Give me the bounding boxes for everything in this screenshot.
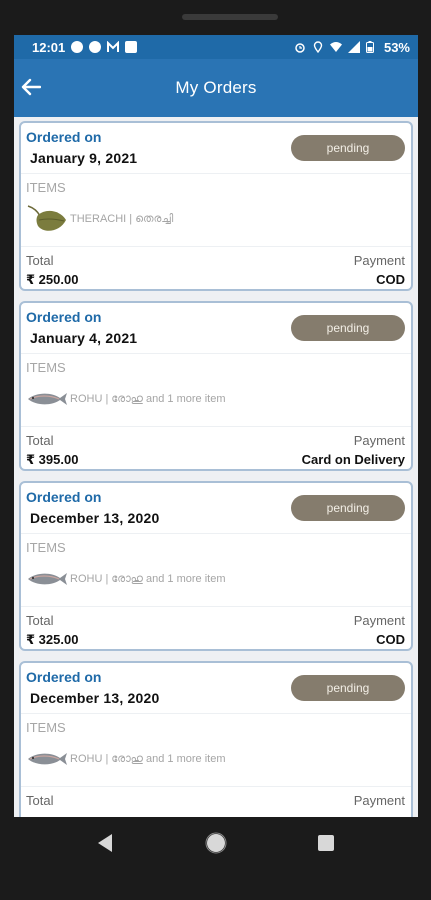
order-items: ITEMS ROHU | രോഹു and 1 more item [21,714,411,787]
fish-icon [26,562,68,596]
items-label: ITEMS [26,540,66,555]
ordered-on-label: Ordered on [26,129,102,145]
item-description: THERACHI | തെരച്ചി [70,212,174,225]
order-card[interactable]: Ordered on January 9, 2021 pending ITEMS… [19,121,413,291]
notification-icon [89,41,102,53]
order-item-row: ROHU | രോഹു and 1 more item [26,382,226,416]
signal-icon [347,41,360,53]
total-label: Total [26,793,54,808]
total-amount: ₹ 250.00 [26,272,79,287]
nav-recents-icon[interactable] [317,834,335,857]
alarm-icon [294,41,306,53]
app-icon [125,41,138,53]
orders-list: Ordered on January 9, 2021 pending ITEMS… [14,117,418,817]
order-item-row: ROHU | രോഹു and 1 more item [26,742,226,776]
status-time: 12:01 [32,39,66,55]
order-totals: Total ₹ 395.00 Payment Card on Delivery [21,427,411,471]
order-totals: Total Payment [21,787,411,817]
ordered-on-label: Ordered on [26,489,102,505]
order-item-row: ROHU | രോഹു and 1 more item [26,562,226,596]
ordered-on-label: Ordered on [26,669,102,685]
battery-icon [365,41,378,53]
battery-percent: 53% [383,39,410,55]
status-bar: 12:01 53% [14,35,418,59]
order-date: January 4, 2021 [30,330,138,346]
whatsapp-icon [71,41,84,53]
system-nav-bar [0,817,431,900]
phone-screen: 12:01 53% My Orders Ordered on January 9… [14,35,418,817]
order-date: December 13, 2020 [30,510,160,526]
item-description: ROHU | രോഹു and 1 more item [70,752,226,765]
total-label: Total [26,433,54,448]
status-badge: pending [291,675,405,701]
order-totals: Total ₹ 325.00 Payment COD [21,607,411,651]
status-badge: pending [291,135,405,161]
total-amount: ₹ 395.00 [26,452,79,467]
item-description: ROHU | രോഹു and 1 more item [70,572,226,585]
order-items: ITEMS ROHU | രോഹു and 1 more item [21,354,411,427]
status-badge: pending [291,495,405,521]
leaf-fish-icon [26,202,68,236]
app-bar: My Orders [14,59,418,117]
order-card[interactable]: Ordered on January 4, 2021 pending ITEMS… [19,301,413,471]
wifi-icon [329,41,342,53]
ordered-on-label: Ordered on [26,309,102,325]
order-totals: Total ₹ 250.00 Payment COD [21,247,411,291]
payment-label: Payment [353,433,405,448]
page-title: My Orders [175,78,257,97]
order-header: Ordered on January 9, 2021 pending [21,123,411,174]
fish-icon [26,742,68,776]
order-header: Ordered on January 4, 2021 pending [21,303,411,354]
payment-label: Payment [353,253,405,268]
payment-label: Payment [353,793,405,808]
items-label: ITEMS [26,720,66,735]
item-description: ROHU | രോഹു and 1 more item [70,392,226,405]
payment-method: Card on Delivery [301,452,405,467]
payment-label: Payment [353,613,405,628]
order-header: Ordered on December 13, 2020 pending [21,663,411,714]
order-date: December 13, 2020 [30,690,160,706]
status-badge: pending [291,315,405,341]
phone-speaker [182,14,278,20]
items-label: ITEMS [26,180,66,195]
payment-method: COD [376,272,405,287]
order-items: ITEMS THERACHI | തെരച്ചി [21,174,411,247]
location-icon [312,41,324,54]
order-items: ITEMS ROHU | രോഹു and 1 more item [21,534,411,607]
payment-method: COD [376,632,405,647]
order-header: Ordered on December 13, 2020 pending [21,483,411,534]
arrow-left-icon[interactable] [18,74,44,100]
items-label: ITEMS [26,360,66,375]
gmail-icon [107,40,120,53]
total-label: Total [26,253,54,268]
order-date: January 9, 2021 [30,150,138,166]
nav-home-icon[interactable] [205,832,227,859]
nav-back-icon[interactable] [96,833,114,858]
fish-icon [26,382,68,416]
order-card[interactable]: Ordered on December 13, 2020 pending ITE… [19,481,413,651]
order-card[interactable]: Ordered on December 13, 2020 pending ITE… [19,661,413,817]
total-label: Total [26,613,54,628]
order-item-row: THERACHI | തെരച്ചി [26,202,173,236]
total-amount: ₹ 325.00 [26,632,79,647]
